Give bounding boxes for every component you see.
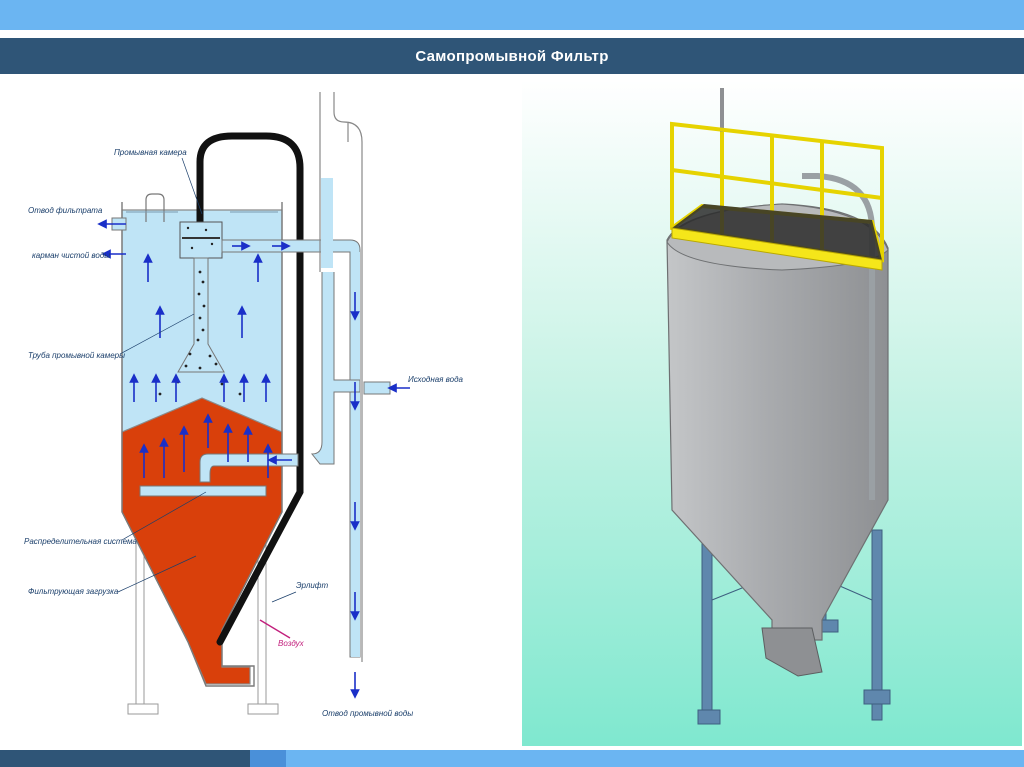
wash-chamber	[179, 221, 223, 259]
slide-title: Самопромывной Фильтр	[0, 38, 1024, 74]
filter-3d-render	[522, 80, 1022, 746]
render-svg	[522, 80, 1022, 746]
label-air: Воздух	[278, 639, 305, 648]
distribution-header	[139, 485, 267, 497]
top-decor-line	[0, 30, 1024, 38]
label-filter-media: Фильтрующая загрузка	[28, 587, 119, 596]
label-distribution-system: Распределительная система	[24, 537, 137, 546]
source-water-inlet	[363, 381, 391, 395]
bottom-decor-light	[286, 750, 1024, 767]
label-source-water: Исходная вода	[408, 375, 464, 384]
label-clean-water-pocket: карман чистой воды	[32, 251, 110, 260]
label-wash-chamber-pipe: Труба промывной камеры	[28, 351, 125, 360]
label-wash-chamber: Промывная камера	[114, 148, 187, 157]
top-decor-band	[0, 0, 1024, 30]
bottom-decor-mid	[250, 750, 286, 767]
outlet-column-fill	[321, 178, 333, 268]
bottom-decor-dark	[0, 750, 250, 767]
label-filtrate-outlet: Отвод фильтрата	[28, 206, 103, 215]
schematic-svg: Промывная камера Отвод фильтрата карман …	[24, 92, 464, 718]
filter-schematic: Промывная камера Отвод фильтрата карман …	[10, 82, 510, 742]
label-airlift: Эрлифт	[296, 581, 328, 590]
label-wash-water-outlet: Отвод промывной воды	[322, 709, 413, 718]
